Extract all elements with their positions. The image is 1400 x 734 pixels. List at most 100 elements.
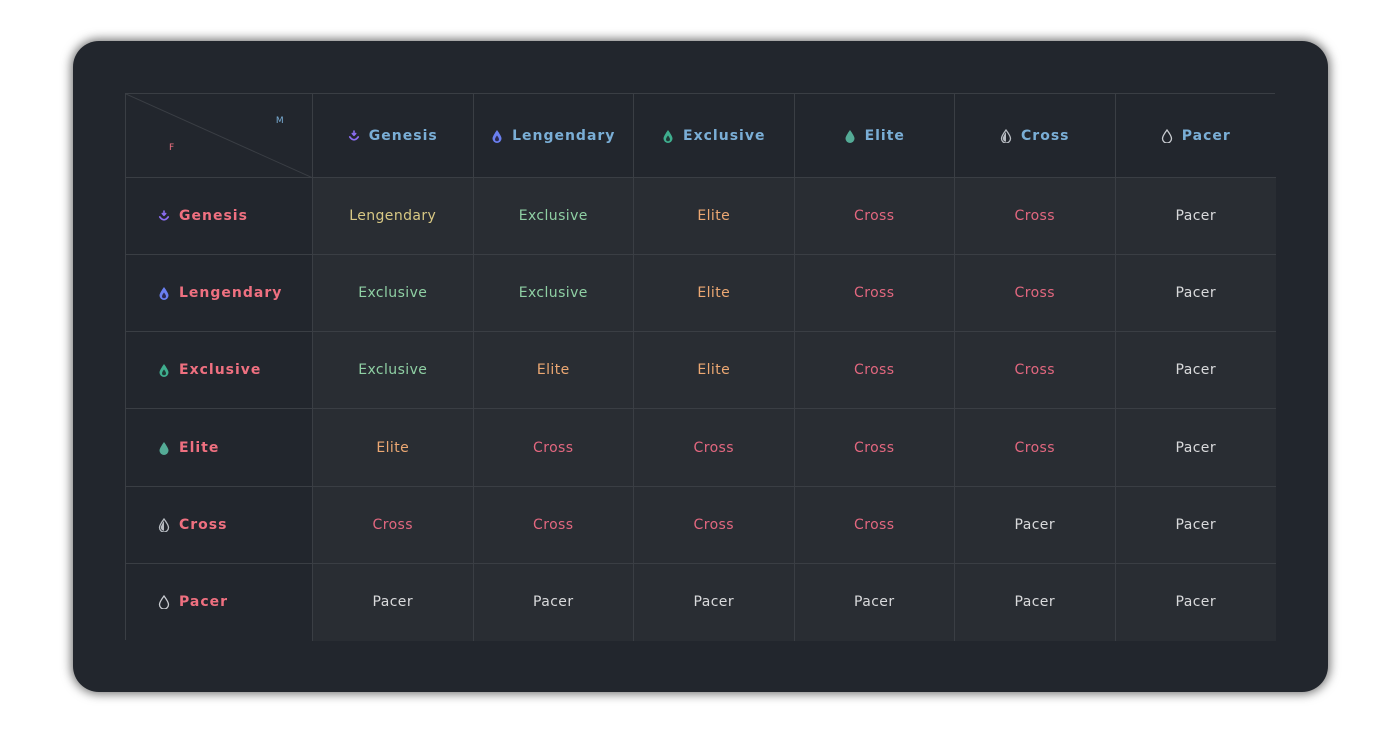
result-value: Elite <box>536 362 570 379</box>
lengendary-drop-icon <box>491 129 503 143</box>
result-value: Lengendary <box>349 208 437 225</box>
row-header: Genesis <box>126 178 313 256</box>
exclusive-drop-icon <box>662 129 674 143</box>
genesis-icon <box>348 129 360 143</box>
result-value: Pacer <box>372 594 413 611</box>
table-cell: Cross <box>634 486 795 564</box>
result-value: Exclusive <box>358 362 428 379</box>
result-value: Cross <box>854 516 895 533</box>
table-cell: Cross <box>473 409 634 487</box>
table-cell: Exclusive <box>473 178 634 256</box>
result-value: Pacer <box>1175 594 1216 611</box>
table-cell: Elite <box>313 409 474 487</box>
result-value: Cross <box>854 285 895 302</box>
table-cell: Elite <box>634 178 795 256</box>
table-cell: Cross <box>794 255 955 333</box>
table-cell: Cross <box>794 409 955 487</box>
table-cell: Pacer <box>634 563 795 641</box>
table-cell: Pacer <box>473 563 634 641</box>
female-axis-label: F <box>169 143 175 153</box>
result-value: Pacer <box>1014 594 1055 611</box>
table-cell: Cross <box>473 486 634 564</box>
result-value: Elite <box>697 285 731 302</box>
genesis-icon <box>158 209 170 223</box>
cross-drop-icon <box>158 517 170 532</box>
row-header: Lengendary <box>126 255 313 333</box>
exclusive-drop-icon <box>158 363 170 378</box>
pacer-drop-icon <box>158 595 170 610</box>
elite-drop-icon <box>158 441 170 455</box>
column-header: Genesis <box>313 94 474 178</box>
table-cell: Elite <box>634 255 795 333</box>
table-cell: Cross <box>313 486 474 564</box>
row-header-label: Lengendary <box>179 285 283 302</box>
result-value: Cross <box>693 439 734 456</box>
table-cell: Exclusive <box>313 332 474 410</box>
column-header-label: Elite <box>864 127 905 144</box>
column-header: Elite <box>794 94 955 178</box>
result-value: Elite <box>376 439 410 456</box>
result-value: Pacer <box>1014 516 1055 533</box>
table-cell: Pacer <box>1115 563 1276 641</box>
table-cell: Cross <box>955 255 1116 333</box>
result-value: Cross <box>1014 439 1055 456</box>
result-value: Pacer <box>1175 208 1216 225</box>
table-cell: Pacer <box>794 563 955 641</box>
result-value: Cross <box>372 516 413 533</box>
row-header-label: Genesis <box>179 208 248 225</box>
row-header: Pacer <box>126 563 313 641</box>
corner-diagonal-divider <box>126 94 313 178</box>
row-header-label: Exclusive <box>179 362 262 379</box>
result-value: Exclusive <box>518 285 588 302</box>
column-header: Exclusive <box>634 94 795 178</box>
table-cell: Elite <box>634 332 795 410</box>
table-cell: Pacer <box>1115 486 1276 564</box>
result-value: Pacer <box>1175 362 1216 379</box>
table-cell: Pacer <box>1115 255 1276 333</box>
result-value: Cross <box>693 516 734 533</box>
result-value: Pacer <box>533 594 574 611</box>
table-cell: Pacer <box>1115 409 1276 487</box>
table-cell: Pacer <box>1115 332 1276 410</box>
result-value: Cross <box>533 439 574 456</box>
row-header-label: Pacer <box>179 594 229 611</box>
result-value: Pacer <box>1175 285 1216 302</box>
result-value: Cross <box>854 439 895 456</box>
column-header: Cross <box>955 94 1116 178</box>
table-corner-header: M F <box>126 94 313 178</box>
table-cell: Elite <box>473 332 634 410</box>
row-header-label: Cross <box>179 516 228 533</box>
result-value: Cross <box>854 208 895 225</box>
table-cell: Exclusive <box>473 255 634 333</box>
result-value: Pacer <box>1175 439 1216 456</box>
table-cell: Pacer <box>955 486 1116 564</box>
column-header-label: Genesis <box>368 127 438 144</box>
result-value: Cross <box>854 362 895 379</box>
result-value: Cross <box>1014 362 1055 379</box>
table-cell: Cross <box>794 178 955 256</box>
column-header-label: Cross <box>1021 127 1070 144</box>
breeding-matrix-table: M F Genesis Lengendary Exclusive Elite Cross… <box>125 93 1276 641</box>
result-value: Pacer <box>693 594 734 611</box>
result-value: Pacer <box>1175 516 1216 533</box>
elite-drop-icon <box>844 129 856 143</box>
result-value: Elite <box>697 208 731 225</box>
table-cell: Pacer <box>1115 178 1276 256</box>
result-value: Exclusive <box>358 285 428 302</box>
male-axis-label: M <box>275 116 284 126</box>
row-header: Cross <box>126 486 313 564</box>
cross-drop-icon <box>1000 128 1012 143</box>
table-cell: Lengendary <box>313 178 474 256</box>
row-header: Elite <box>126 409 313 487</box>
column-header: Pacer <box>1115 94 1276 178</box>
result-value: Exclusive <box>518 208 588 225</box>
result-value: Cross <box>1014 208 1055 225</box>
column-header-label: Pacer <box>1181 127 1231 144</box>
table-cell: Cross <box>794 332 955 410</box>
table-cell: Cross <box>955 178 1116 256</box>
column-header-label: Exclusive <box>683 127 766 144</box>
row-header-label: Elite <box>179 439 220 456</box>
table-cell: Cross <box>794 486 955 564</box>
result-value: Cross <box>1014 285 1055 302</box>
table-cell: Exclusive <box>313 255 474 333</box>
